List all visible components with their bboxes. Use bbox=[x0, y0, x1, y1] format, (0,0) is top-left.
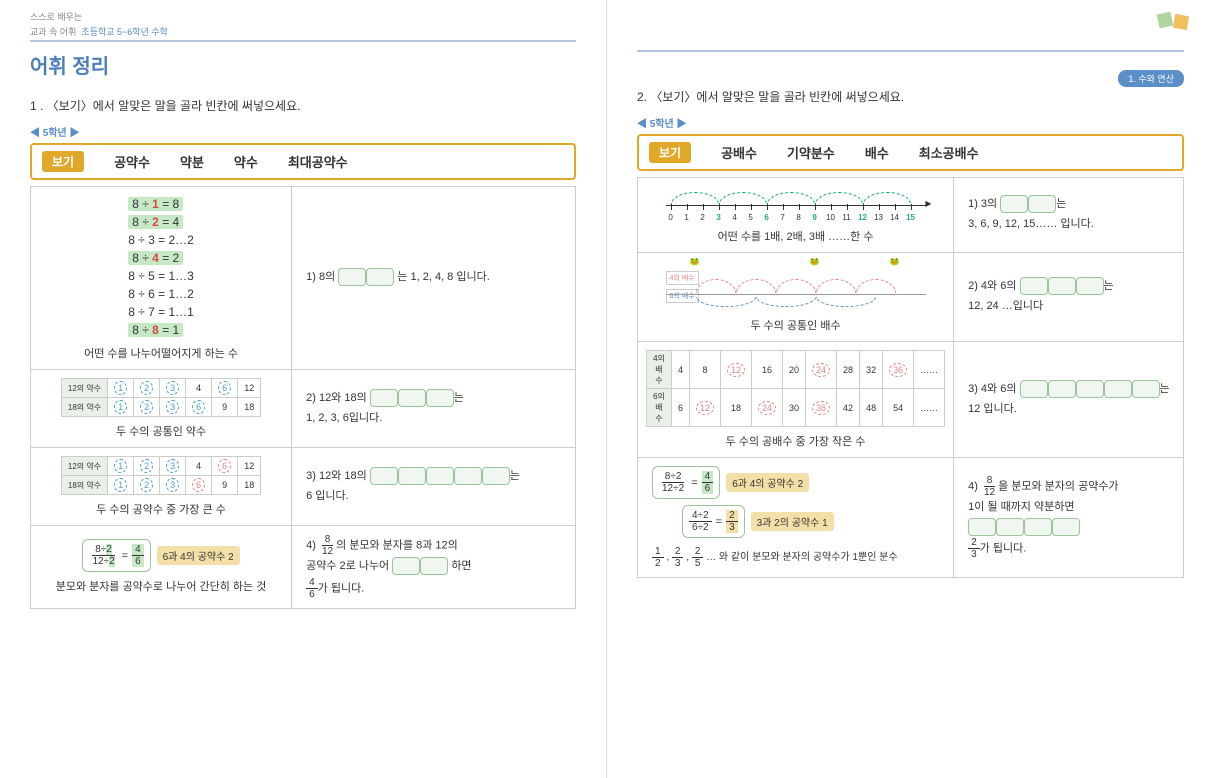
bogi-box-left: 보기 공약수 약분 약수 최대공약수 bbox=[30, 143, 576, 180]
rr3-question: 3) 4와 6의 는 12 입니다. bbox=[954, 342, 1183, 457]
rr2-diagram: 4의 배수 6의 배수 🐸 🐸 🐸 두 수의 공통인 배수 bbox=[638, 253, 954, 341]
cube-icon bbox=[1154, 5, 1194, 35]
header-line2: 교과 속 어휘 초등학교 5~6학년 수학 bbox=[30, 25, 576, 38]
instruction-1: 1 . 〈보기〉에서 알맞은 말을 골라 빈칸에 써넣으세요. bbox=[30, 97, 576, 114]
divisor-table-1: 12의 약수1234612 18의 약수1236918 bbox=[61, 378, 261, 417]
rr2-question: 2) 4와 6의 는 12, 24 …입니다 bbox=[954, 253, 1183, 341]
r1-question: 1) 8의 는 1, 2, 4, 8 입니다. bbox=[292, 187, 575, 369]
frog-number-line: 4의 배수 6의 배수 🐸 🐸 🐸 bbox=[666, 261, 926, 311]
r4-question: 4) 812의 분모와 분자를 8과 12의 공약수 2로 나누어 하면 46가… bbox=[292, 526, 575, 608]
grade-label-left: ◀ 5학년 ▶ bbox=[30, 124, 576, 139]
header-line1: 스스로 배우는 bbox=[30, 10, 576, 23]
header-bar-r bbox=[637, 50, 1184, 52]
rr1-question: 1) 3의 는 3, 6, 9, 12, 15…… 입니다. bbox=[954, 178, 1183, 252]
unit-badge: 1. 수와 연산 bbox=[1118, 70, 1184, 87]
r4-diagram: 8÷212÷2 = 46 6과 4의 공약수 2 분모와 분자를 공약수로 나누… bbox=[31, 526, 292, 608]
left-table: 8 ÷ 1 = 8 8 ÷ 2 = 4 8 ÷ 3 = 2…2 8 ÷ 4 = … bbox=[30, 186, 576, 609]
rr4-diagram: 8÷212÷2 = 46 6과 4의 공약수 2 4÷26÷2 = 23 3과 … bbox=[638, 458, 954, 577]
grade-label-right: ◀ 5학년 ▶ bbox=[637, 115, 1184, 130]
bogi-tag: 보기 bbox=[42, 151, 84, 172]
header-bar bbox=[30, 40, 576, 42]
rr1-diagram: 0123456789101112131415 어떤 수를 1배, 2배, 3배 … bbox=[638, 178, 954, 252]
rr4-question: 4) 812을 분모와 분자의 공약수가 1이 될 때까지 약분하면 23가 됩… bbox=[954, 458, 1183, 577]
right-table: 0123456789101112131415 어떤 수를 1배, 2배, 3배 … bbox=[637, 177, 1184, 578]
rr3-diagram: 4의 배수4812162024283236……6의 배수612182430364… bbox=[638, 342, 954, 457]
r1-diagram: 8 ÷ 1 = 8 8 ÷ 2 = 4 8 ÷ 3 = 2…2 8 ÷ 4 = … bbox=[31, 187, 292, 369]
r2-diagram: 12의 약수1234612 18의 약수1236918 두 수의 공통인 약수 bbox=[31, 370, 292, 447]
r3-question: 3) 12와 18의 는 6 입니다. bbox=[292, 448, 575, 525]
instruction-2: 2. 〈보기〉에서 알맞은 말을 골라 빈칸에 써넣으세요. bbox=[637, 88, 1184, 105]
blank-input[interactable] bbox=[338, 268, 366, 286]
number-line: 0123456789101112131415 bbox=[666, 186, 926, 216]
bogi-box-right: 보기 공배수 기약분수 배수 최소공배수 bbox=[637, 134, 1184, 171]
r2-question: 2) 12와 18의 는 1, 2, 3, 6입니다. bbox=[292, 370, 575, 447]
r3-diagram: 12의 약수1234612 18의 약수1236918 두 수의 공약수 중 가… bbox=[31, 448, 292, 525]
page-title: 어휘 정리 bbox=[30, 50, 576, 79]
